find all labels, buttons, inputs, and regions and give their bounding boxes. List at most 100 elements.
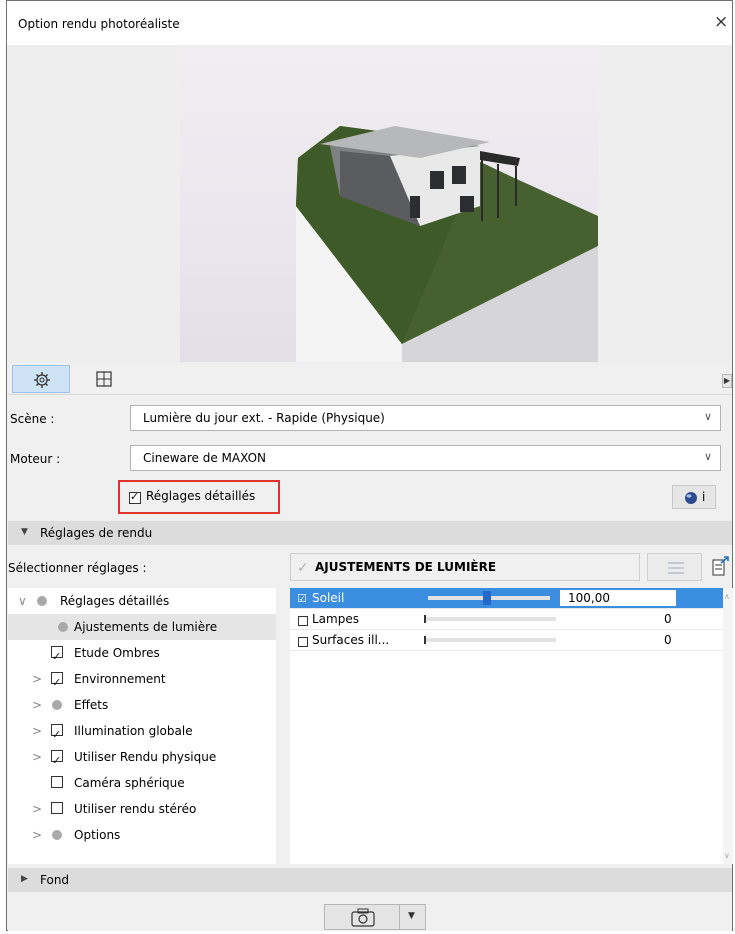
render-button[interactable] bbox=[324, 904, 400, 930]
scene-label: Scène : bbox=[10, 412, 55, 426]
table-scrollbar[interactable]: ∧ ∨ bbox=[723, 588, 733, 864]
chevron-right-icon[interactable]: > bbox=[32, 744, 42, 770]
tree-item[interactable]: Ajustements de lumière bbox=[8, 614, 276, 640]
tree-item[interactable]: Etude Ombres bbox=[8, 640, 276, 670]
checkbox-checked-icon[interactable] bbox=[51, 748, 63, 774]
info-glyph: i bbox=[702, 490, 706, 504]
tree-item-label: Réglages détaillés bbox=[60, 594, 170, 608]
checkbox-checked-icon bbox=[129, 490, 141, 504]
background-section-label: Fond bbox=[40, 873, 70, 887]
tab-size[interactable] bbox=[84, 365, 124, 393]
engine-label: Moteur : bbox=[10, 452, 61, 466]
render-preview-image bbox=[180, 46, 598, 362]
engine-dropdown[interactable]: Cineware de MAXON ∨ bbox=[130, 445, 721, 471]
settings-tree: ∨ Réglages détaillés Ajustements de lumi… bbox=[8, 588, 276, 864]
list-settings-icon bbox=[668, 562, 684, 574]
material-info-button[interactable]: i bbox=[672, 485, 716, 509]
tree-item[interactable]: > Illumination globale bbox=[8, 718, 276, 748]
light-slider[interactable] bbox=[428, 591, 550, 605]
light-value[interactable]: 0 bbox=[664, 633, 672, 647]
building-render-graphic bbox=[296, 126, 598, 362]
table-row[interactable]: ☑ Soleil 100,00 bbox=[290, 588, 723, 609]
tree-item-label: Etude Ombres bbox=[74, 646, 160, 660]
dialog-title: Option rendu photoréaliste bbox=[18, 17, 180, 31]
render-settings-section-header[interactable]: ▼ Réglages de rendu bbox=[8, 521, 732, 545]
slider-thumb[interactable] bbox=[424, 615, 426, 623]
tree-item[interactable]: > Options bbox=[8, 822, 276, 848]
light-label: Soleil bbox=[312, 591, 345, 605]
table-row[interactable]: Surfaces ill... 0 bbox=[290, 630, 723, 651]
tree-item[interactable]: > Utiliser Rendu physique bbox=[8, 744, 276, 774]
light-value-input[interactable]: 100,00 bbox=[560, 590, 676, 606]
close-button[interactable]: × bbox=[714, 12, 728, 32]
panel-header-label: AJUSTEMENTS DE LUMIÈRE bbox=[315, 560, 497, 574]
resize-frame-icon bbox=[96, 371, 112, 387]
chevron-down-icon[interactable]: ∨ bbox=[18, 588, 27, 614]
chevron-right-icon[interactable]: > bbox=[32, 718, 42, 744]
checkbox-checked-icon[interactable] bbox=[51, 670, 63, 696]
tab-scroll-right-button[interactable]: ▶ bbox=[722, 374, 732, 388]
light-slider[interactable] bbox=[424, 636, 556, 644]
chevron-down-icon: ∨ bbox=[703, 410, 712, 423]
tree-item-label: Caméra sphérique bbox=[74, 776, 185, 790]
checkbox-checked-icon[interactable] bbox=[51, 644, 63, 670]
chevron-right-icon[interactable]: > bbox=[32, 692, 42, 718]
status-dot-icon bbox=[37, 596, 47, 606]
render-settings-label: Réglages de rendu bbox=[40, 526, 153, 540]
engine-value: Cineware de MAXON bbox=[143, 451, 266, 465]
render-options-dropdown[interactable]: ▼ bbox=[400, 904, 426, 930]
camera-icon bbox=[351, 908, 375, 927]
tab-settings[interactable] bbox=[12, 365, 70, 393]
tree-item-label: Ajustements de lumière bbox=[74, 620, 218, 634]
checkbox-unchecked-icon[interactable] bbox=[298, 615, 308, 626]
panel-header: ✓ AJUSTEMENTS DE LUMIÈRE bbox=[290, 553, 640, 581]
checkmark-icon: ✓ bbox=[297, 560, 309, 576]
export-icon bbox=[712, 556, 729, 576]
table-row[interactable]: Lampes 0 bbox=[290, 609, 723, 630]
scroll-up-icon[interactable]: ∧ bbox=[724, 592, 730, 601]
light-slider[interactable] bbox=[424, 615, 556, 623]
tree-item[interactable]: > Effets bbox=[8, 692, 276, 718]
checkbox-checked-icon[interactable]: ☑ bbox=[297, 592, 307, 605]
slider-thumb[interactable] bbox=[483, 591, 491, 605]
tree-item[interactable]: > Utiliser rendu stéréo bbox=[8, 796, 276, 822]
checkbox-unchecked-icon[interactable] bbox=[298, 636, 308, 647]
scroll-down-icon[interactable]: ∨ bbox=[724, 851, 730, 860]
export-settings-button[interactable] bbox=[708, 553, 734, 581]
chevron-right-icon[interactable]: > bbox=[32, 822, 42, 848]
triangle-down-icon: ▼ bbox=[21, 527, 28, 537]
checkbox-unchecked-icon[interactable] bbox=[51, 776, 63, 788]
tree-item-label: Illumination globale bbox=[74, 724, 193, 738]
light-label: Surfaces ill... bbox=[312, 633, 390, 647]
tree-item-label: Effets bbox=[74, 698, 109, 712]
tree-item-label: Utiliser rendu stéréo bbox=[74, 802, 197, 816]
detailed-settings-label: Réglages détaillés bbox=[146, 489, 256, 503]
select-settings-label: Sélectionner réglages : bbox=[8, 561, 147, 575]
lights-table: ☑ Soleil 100,00 Lampes 0 Surfaces ill...… bbox=[290, 588, 723, 864]
background-section-header[interactable]: ▶ Fond bbox=[8, 868, 732, 892]
tree-item-label: Options bbox=[74, 828, 121, 842]
checkbox-unchecked-icon[interactable] bbox=[51, 802, 63, 814]
tree-item[interactable]: > Environnement bbox=[8, 666, 276, 696]
status-dot-icon bbox=[52, 830, 62, 840]
light-value[interactable]: 0 bbox=[664, 612, 672, 626]
scene-value: Lumière du jour ext. - Rapide (Physique) bbox=[143, 411, 385, 425]
status-dot-icon bbox=[58, 622, 68, 632]
tree-item[interactable]: ∨ Réglages détaillés bbox=[8, 588, 276, 614]
scene-dropdown[interactable]: Lumière du jour ext. - Rapide (Physique)… bbox=[130, 405, 721, 431]
slider-thumb[interactable] bbox=[424, 636, 426, 644]
chevron-down-icon: ∨ bbox=[703, 450, 712, 463]
detailed-settings-checkbox[interactable] bbox=[129, 490, 141, 504]
light-label: Lampes bbox=[312, 612, 359, 626]
chevron-right-icon[interactable]: > bbox=[32, 666, 42, 692]
chevron-right-icon[interactable]: > bbox=[32, 796, 42, 822]
tree-item-label: Environnement bbox=[74, 672, 166, 686]
gear-icon bbox=[34, 372, 50, 388]
list-view-button[interactable] bbox=[647, 553, 702, 581]
status-dot-icon bbox=[52, 700, 62, 710]
triangle-right-icon: ▶ bbox=[21, 874, 28, 884]
material-sphere-icon bbox=[685, 492, 697, 504]
checkbox-checked-icon[interactable] bbox=[51, 722, 63, 748]
tree-item-label: Utiliser Rendu physique bbox=[74, 750, 217, 764]
tree-item[interactable]: Caméra sphérique bbox=[8, 770, 276, 796]
